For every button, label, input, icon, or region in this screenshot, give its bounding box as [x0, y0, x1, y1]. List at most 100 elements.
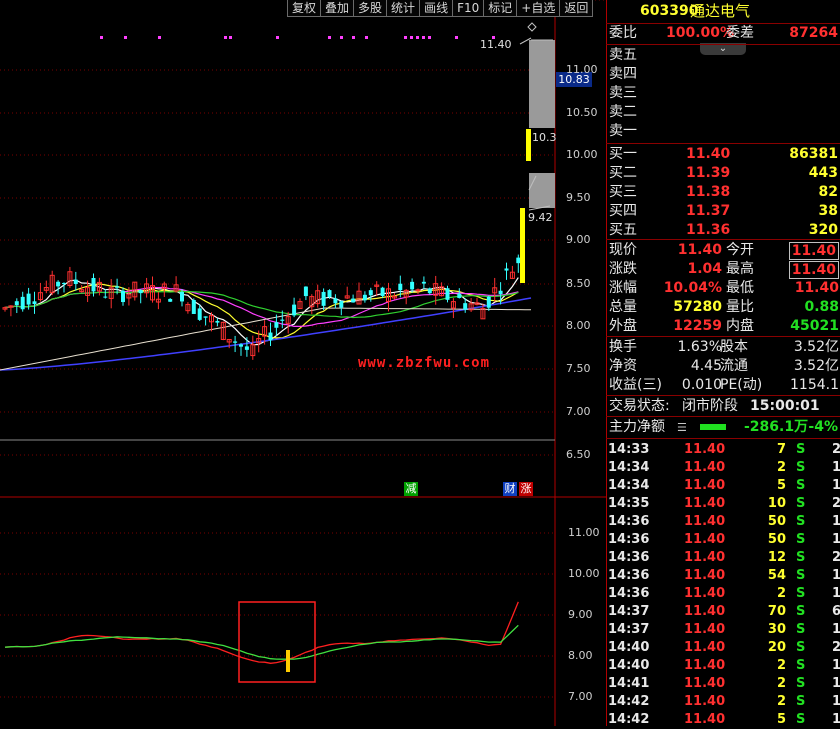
- toolbar: 复权 叠加 多股 统计 画线 F10 标记 +自选 返回: [287, 0, 594, 17]
- candle-body: [368, 290, 373, 296]
- bid-row[interactable]: 买二 11.39 443: [606, 164, 840, 183]
- selection-box[interactable]: [238, 601, 316, 683]
- candle-body: [398, 283, 403, 291]
- signal-dot: [224, 36, 227, 39]
- tick-row[interactable]: 14:37 11.40 70 S 6: [606, 603, 840, 621]
- candle-body: [56, 281, 61, 287]
- candle-body: [268, 332, 273, 341]
- indicator-axis-label: 10.00: [568, 567, 600, 580]
- tick-row[interactable]: 14:37 11.40 30 S 1: [606, 621, 840, 639]
- quote-row: 现价 11.40 今开 11.40: [606, 241, 840, 260]
- candle-body: [203, 316, 208, 318]
- quote-row: 总量 57280 量比 0.88: [609, 299, 839, 315]
- gap-fill-lower: [529, 173, 555, 208]
- signal-dot: [455, 36, 458, 39]
- tick-row[interactable]: 14:40 11.40 20 S 2: [606, 639, 840, 657]
- marker-jian[interactable]: 减: [404, 482, 418, 496]
- candle-body: [504, 268, 509, 271]
- signal-dot: [352, 36, 355, 39]
- main-net-row[interactable]: 主力净额 ☰ -286.1万 -4%: [606, 418, 840, 437]
- candle-body: [457, 293, 462, 298]
- signal-dot: [100, 36, 103, 39]
- stats-row: 净资 4.45 流通 3.52亿: [609, 358, 839, 374]
- quote-panel: 603390 通达电气 委比 100.00% 委差 87264 ⌄ 卖五 卖四 …: [606, 0, 840, 729]
- candle-body: [14, 301, 19, 306]
- ask-row[interactable]: 卖三: [606, 84, 840, 103]
- candle-body: [233, 341, 238, 343]
- indicator-axis-label: 8.00: [568, 649, 593, 662]
- fuquan-button[interactable]: 复权: [287, 0, 322, 17]
- signal-dot: [229, 36, 232, 39]
- add-watchlist-button[interactable]: +自选: [516, 0, 561, 17]
- marker-cai[interactable]: 财: [503, 482, 517, 496]
- bid-row[interactable]: 买五 11.36 320: [606, 221, 840, 240]
- high-label: 11.40: [480, 38, 512, 51]
- candle-body: [280, 319, 285, 321]
- ask-row[interactable]: 卖四: [606, 65, 840, 84]
- marker-zhang[interactable]: 涨: [519, 482, 533, 496]
- candle-body: [463, 303, 468, 310]
- candle-body: [121, 290, 125, 303]
- candle-body: [73, 279, 78, 284]
- signal-dot: [158, 36, 161, 39]
- f10-button[interactable]: F10: [452, 0, 485, 17]
- candle-body: [215, 320, 220, 323]
- mark-button[interactable]: 标记: [483, 0, 518, 17]
- candle-body: [20, 296, 25, 310]
- candle-body: [362, 294, 367, 301]
- tick-row[interactable]: 14:36 11.40 50 S 1: [606, 513, 840, 531]
- candle-body: [244, 346, 249, 350]
- candle-body: [115, 286, 120, 288]
- tick-row[interactable]: 14:34 11.40 2 S 1: [606, 459, 840, 477]
- signal-dot: [428, 36, 431, 39]
- candle-body: [321, 291, 326, 306]
- candle-body: [303, 286, 308, 297]
- quote-row: 涨幅 10.04% 最低 11.40: [609, 280, 839, 296]
- tick-row[interactable]: 14:36 11.40 2 S 1: [606, 585, 840, 603]
- price-axis-label: 9.50: [566, 191, 591, 204]
- tick-row[interactable]: 14:42 11.40 5 S 1: [606, 711, 840, 729]
- candle-body: [32, 301, 37, 304]
- signal-bar: [286, 650, 290, 672]
- stats-row: 换手 1.63% 股本 3.52亿: [609, 339, 839, 355]
- signal-dot: [416, 36, 419, 39]
- candle-body: [91, 277, 96, 292]
- stock-name: 通达电气: [690, 2, 751, 20]
- gap-fill-upper: [529, 40, 555, 128]
- tick-row[interactable]: 14:34 11.40 5 S 1: [606, 477, 840, 495]
- bid-row[interactable]: 买四 11.37 38: [606, 202, 840, 221]
- indicator-axis-label: 9.00: [568, 608, 593, 621]
- watermark: www.zbzfwu.com: [358, 355, 491, 371]
- draw-line-button[interactable]: 画线: [419, 0, 454, 17]
- candle-body: [168, 298, 173, 302]
- signal-dot: [422, 36, 425, 39]
- ask-row[interactable]: 卖二: [606, 103, 840, 122]
- tick-row[interactable]: 14:36 11.40 50 S 1: [606, 531, 840, 549]
- tick-row[interactable]: 14:42 11.40 2 S 1: [606, 693, 840, 711]
- tick-row[interactable]: 14:33 11.40 7 S 2: [606, 441, 840, 459]
- candle-body: [239, 344, 243, 347]
- back-button[interactable]: 返回: [559, 0, 594, 17]
- candle-body: [333, 298, 338, 304]
- candle-body: [327, 290, 332, 298]
- candle-body: [410, 281, 415, 290]
- signal-dot: [328, 36, 331, 39]
- candle-body: [415, 289, 421, 292]
- tick-row[interactable]: 14:36 11.40 54 S 1: [606, 567, 840, 585]
- price-axis-label: 10.50: [566, 106, 598, 119]
- tick-row[interactable]: 14:36 11.40 12 S 2: [606, 549, 840, 567]
- tick-row[interactable]: 14:40 11.40 2 S 1: [606, 657, 840, 675]
- overlay-button[interactable]: 叠加: [320, 0, 355, 17]
- candle-body: [445, 288, 450, 300]
- multi-stock-button[interactable]: 多股: [353, 0, 388, 17]
- bid-row[interactable]: 买一 11.40 86381: [606, 145, 840, 164]
- candle-body: [292, 304, 297, 316]
- kline-chart[interactable]: [0, 0, 606, 726]
- bid-row[interactable]: 买三 11.38 82: [606, 183, 840, 202]
- tick-row[interactable]: 14:35 11.40 10 S 2: [606, 495, 840, 513]
- ask-row[interactable]: 卖五: [606, 46, 840, 65]
- ask-row[interactable]: 卖一: [606, 122, 840, 141]
- statistics-button[interactable]: 统计: [386, 0, 421, 17]
- tick-row[interactable]: 14:41 11.40 2 S 1: [606, 675, 840, 693]
- indicator-line-slow: [4, 624, 519, 660]
